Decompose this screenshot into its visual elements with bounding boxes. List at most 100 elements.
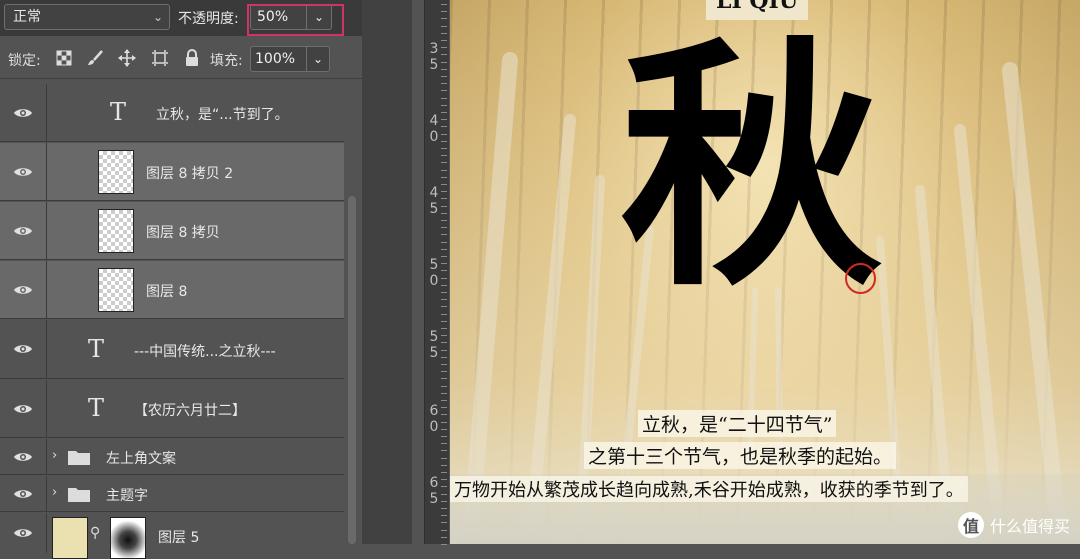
ruler-tick	[441, 248, 447, 250]
layer-options-bar: 正常 ⌄ 不透明度: 50% ⌄	[0, 0, 362, 36]
ruler-tick	[441, 508, 447, 509]
layer-name: 主题字	[106, 488, 148, 504]
ruler-tick	[441, 198, 447, 200]
ruler-tick	[441, 313, 447, 315]
visibility-toggle[interactable]	[0, 320, 47, 378]
artboard-icon[interactable]	[150, 48, 170, 68]
layer-row[interactable]: 图层 8	[0, 261, 344, 319]
ruler-tick	[441, 472, 447, 473]
visibility-toggle[interactable]	[0, 84, 47, 141]
eye-icon	[14, 529, 32, 537]
ruler-tick	[441, 378, 447, 380]
workspace-gap	[362, 0, 412, 544]
ruler-tick	[441, 76, 447, 77]
layers-list: T 立秋，是“...节到了。 图层 8 拷贝 2 图层 8 拷贝 图层 8 T …	[0, 84, 344, 559]
ruler-tick	[441, 256, 447, 257]
visibility-toggle[interactable]	[0, 439, 47, 474]
layer-mask-thumbnail	[110, 517, 146, 559]
vertical-ruler: 3 5 4 0 4 5 5 0 5 5 6 0 6 5	[424, 0, 449, 545]
layer-row[interactable]: T ---中国传统...之立秋---	[0, 320, 344, 379]
chevron-right-icon[interactable]: ›	[52, 485, 57, 500]
visibility-toggle[interactable]	[0, 143, 47, 200]
ruler-tick	[441, 241, 447, 243]
ruler-tick	[441, 385, 447, 387]
ruler-tick	[441, 25, 447, 27]
layer-row[interactable]: T 【农历六月廿二】	[0, 380, 344, 438]
visibility-toggle[interactable]	[0, 202, 47, 259]
chevron-down-icon[interactable]: ⌄	[313, 47, 323, 71]
ruler-label: 5	[429, 201, 439, 217]
ruler-tick	[441, 234, 447, 236]
ruler-label: 5	[429, 329, 439, 345]
ruler-label: 5	[429, 257, 439, 273]
visibility-toggle[interactable]	[0, 476, 47, 511]
ruler-tick	[441, 205, 447, 207]
layer-name: 图层 8 拷贝 2	[146, 166, 234, 182]
layer-group-row[interactable]: › 左上角文案	[0, 439, 344, 475]
ruler-tick	[441, 342, 447, 344]
layer-name: 图层 5	[158, 530, 200, 546]
lock-icon[interactable]	[182, 48, 202, 68]
chevron-down-icon: ⌄	[152, 10, 163, 24]
ruler-tick	[441, 148, 447, 149]
ruler-tick	[441, 486, 447, 488]
divider	[306, 47, 307, 71]
ruler-label: 0	[429, 129, 439, 145]
document-canvas[interactable]: LI QIU 秋 立秋，是“二十四节气” 之第十三个节气，也是秋季的起始。 万物…	[450, 0, 1080, 544]
ruler-tick	[441, 263, 447, 265]
ruler-tick	[441, 40, 447, 41]
link-icon[interactable]: ⚲	[90, 525, 100, 541]
annotation-highlight-box	[247, 4, 344, 36]
ruler-tick	[441, 371, 447, 373]
ruler-tick	[441, 500, 447, 502]
layer-row[interactable]: ⚲ 图层 5	[0, 513, 344, 559]
eye-icon	[14, 452, 32, 461]
visibility-toggle[interactable]	[0, 261, 47, 318]
eye-icon	[14, 226, 32, 235]
lock-transparent-pixels-icon[interactable]	[54, 48, 74, 68]
ruler-tick	[441, 464, 447, 466]
ruler-tick	[441, 155, 447, 157]
visibility-toggle[interactable]	[0, 513, 47, 553]
layer-name: ---中国传统...之立秋---	[134, 344, 276, 360]
ruler-tick	[441, 4, 447, 5]
layer-group-row[interactable]: › 主题字	[0, 476, 344, 512]
ruler-tick	[441, 536, 447, 538]
brush-icon[interactable]	[85, 48, 105, 68]
ruler-tick	[441, 493, 447, 495]
layer-row[interactable]: 图层 8 拷贝 2	[0, 143, 344, 201]
move-icon[interactable]	[117, 48, 137, 68]
ruler-tick	[441, 133, 447, 135]
ruler-tick	[441, 544, 447, 545]
text-layer-icon: T	[110, 98, 127, 126]
layer-name: 左上角文案	[106, 451, 176, 467]
ruler-tick	[441, 529, 447, 531]
ruler-tick	[441, 421, 447, 423]
ruler-tick	[441, 68, 447, 70]
ruler-tick	[441, 277, 447, 279]
fill-input[interactable]: 100% ⌄	[250, 46, 330, 72]
ruler-tick	[441, 227, 447, 229]
layers-panel: 正常 ⌄ 不透明度: 50% ⌄ 锁定: 填充: 100% ⌄ T 立秋，是“.…	[0, 0, 362, 559]
layer-thumbnail	[98, 268, 134, 312]
ruler-tick	[441, 349, 447, 351]
ruler-tick	[441, 320, 447, 322]
ruler-tick	[441, 119, 447, 121]
chevron-right-icon[interactable]: ›	[52, 448, 57, 463]
ruler-tick	[441, 328, 447, 329]
opacity-label: 不透明度:	[178, 11, 239, 27]
ruler-tick	[441, 32, 447, 34]
ruler-tick	[441, 18, 447, 20]
layer-name: 图层 8	[146, 284, 188, 300]
ruler-tick	[441, 212, 447, 214]
ruler-tick	[441, 90, 447, 92]
layer-row[interactable]: 图层 8 拷贝	[0, 202, 344, 260]
zhide-icon: 值	[957, 512, 984, 538]
ruler-label: 5	[429, 345, 439, 361]
ruler-label: 0	[429, 273, 439, 289]
layer-row[interactable]: T 立秋，是“...节到了。	[0, 84, 344, 142]
visibility-toggle[interactable]	[0, 380, 47, 437]
ruler-tick	[441, 61, 447, 63]
blend-mode-select[interactable]: 正常 ⌄	[4, 4, 170, 30]
scrollbar[interactable]	[348, 196, 356, 544]
